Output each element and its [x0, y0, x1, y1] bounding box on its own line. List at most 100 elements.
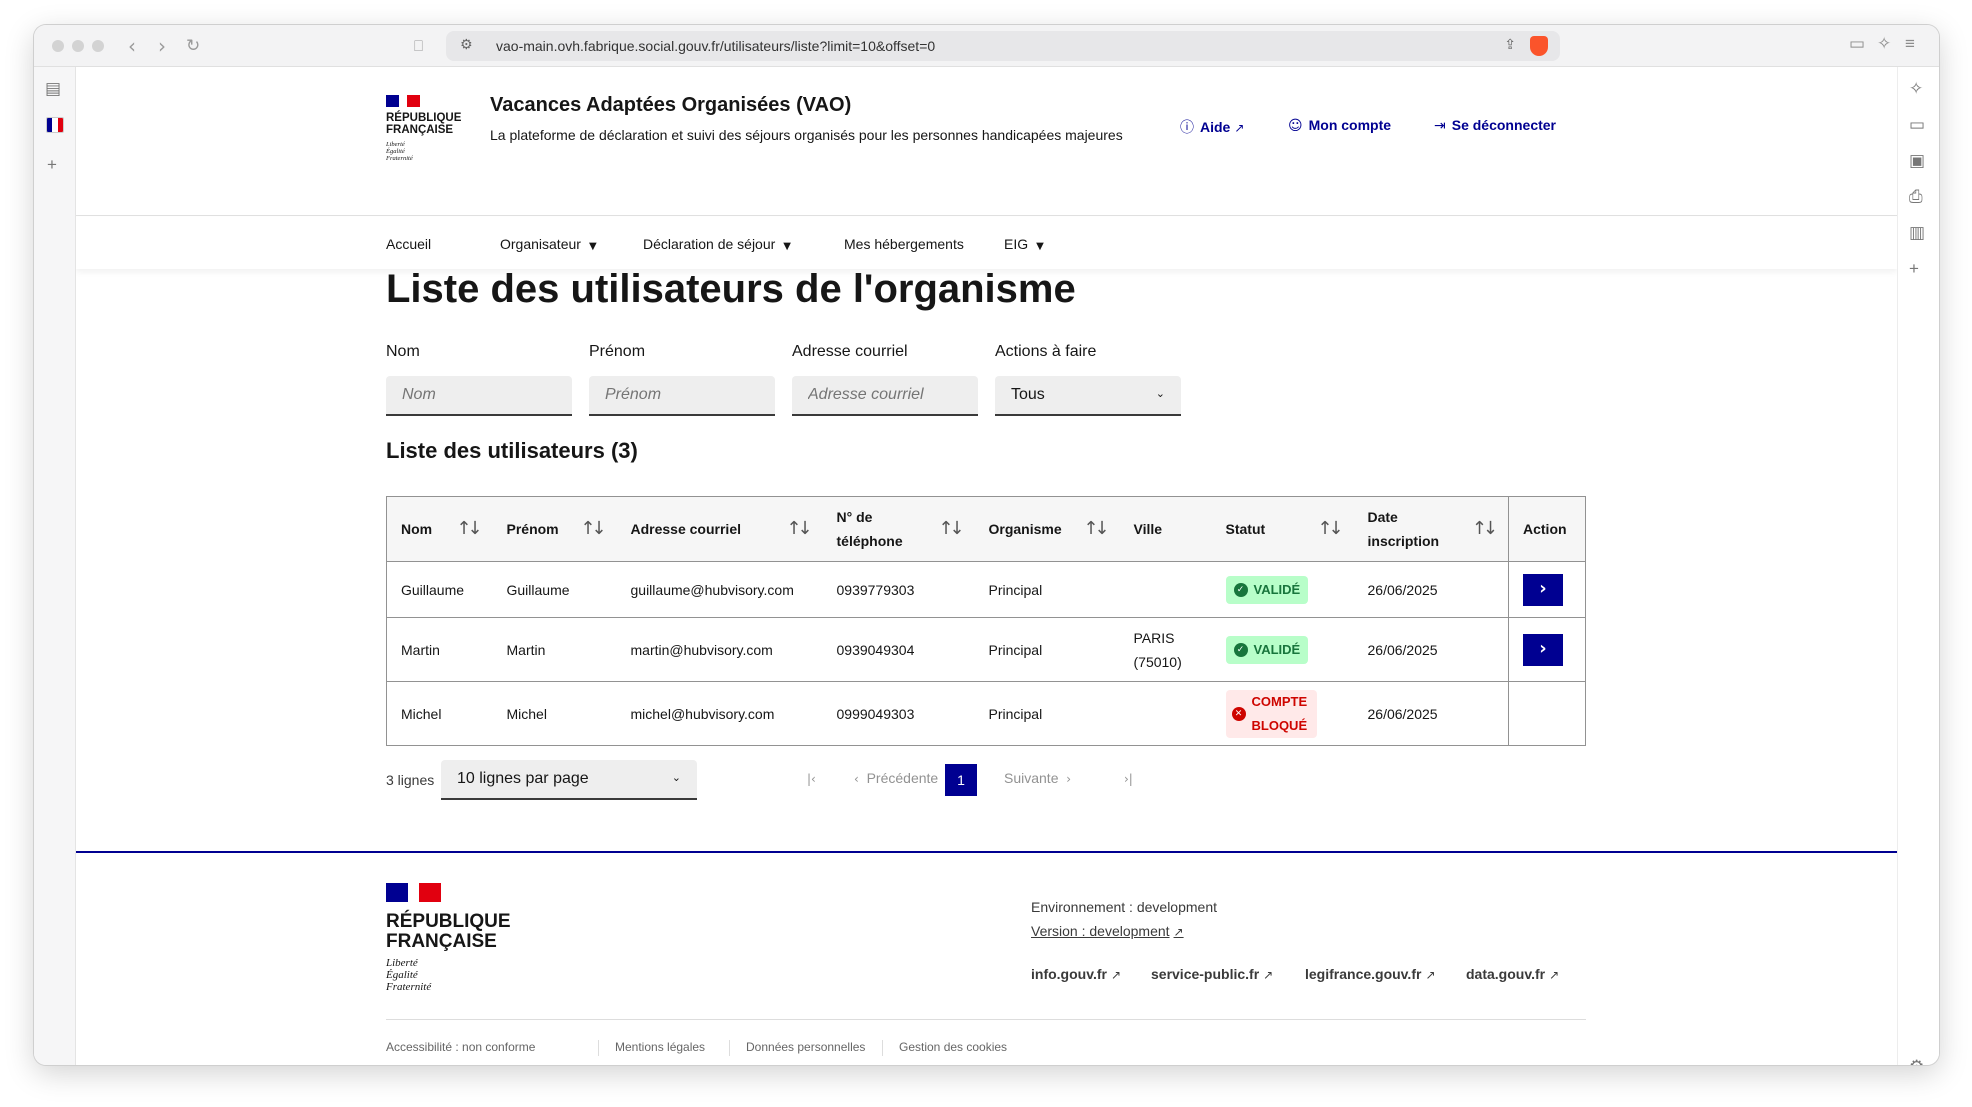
- bookmarks-icon[interactable]: ⎙: [1909, 187, 1923, 207]
- logout-icon: ⇥: [1434, 118, 1446, 134]
- actions-filter-select[interactable]: Tous ⌄: [995, 376, 1181, 416]
- nav-item-eig[interactable]: EIG ▼: [1004, 236, 1044, 252]
- footer-accessibility-link[interactable]: Accessibilité : non conforme: [386, 1040, 535, 1054]
- reading-list-icon[interactable]: ▥: [1909, 223, 1925, 243]
- talk-icon[interactable]: ▭: [1909, 115, 1925, 135]
- site-title[interactable]: Vacances Adaptées Organisées (VAO): [490, 94, 851, 117]
- sort-icon[interactable]: ↑↓: [1083, 517, 1109, 541]
- footer-personal-data-link[interactable]: Données personnelles: [746, 1040, 865, 1054]
- first-page-icon[interactable]: |‹: [807, 772, 816, 786]
- column-header-email[interactable]: Adresse courriel ↑↓: [616, 496, 823, 562]
- sort-icon[interactable]: ↑↓: [1472, 517, 1498, 541]
- sort-icon[interactable]: ↑↓: [786, 517, 812, 541]
- address-bar[interactable]: ⚙ vao-main.ovh.fabrique.social.gouv.fr/u…: [446, 31, 1560, 61]
- cell-phone: 0939779303: [822, 561, 975, 618]
- footer-separator: [882, 1040, 883, 1056]
- account-link[interactable]: ☺ Mon compte: [1288, 117, 1391, 134]
- cell-prenom: Guillaume: [492, 561, 617, 618]
- share-icon[interactable]: ⇪: [1504, 36, 1516, 53]
- site-header: RÉPUBLIQUE FRANÇAISE Liberté Égalité Frater…: [76, 67, 1897, 216]
- column-header-date[interactable]: Date inscription ↑↓: [1353, 496, 1509, 562]
- logout-link[interactable]: ⇥ Se déconnecter: [1434, 117, 1556, 134]
- wallet-icon[interactable]: ▣: [1909, 151, 1925, 171]
- prenom-filter-input[interactable]: [589, 376, 775, 416]
- nav-item-declaration[interactable]: Déclaration de séjour ▼: [643, 236, 791, 252]
- cell-date: 26/06/2025: [1353, 617, 1509, 682]
- external-link-icon: ↗: [1173, 925, 1184, 939]
- browser-window: ‹ › ↻ ⎕ ⚙ vao-main.ovh.fabrique.social.g…: [34, 25, 1939, 1065]
- maximize-window-button[interactable]: [92, 40, 104, 52]
- cell-nom: Guillaume: [386, 561, 493, 618]
- close-window-button[interactable]: [52, 40, 64, 52]
- republic-motto: Liberté Égalité Fraternité: [386, 141, 413, 163]
- last-page-icon[interactable]: ›|: [1124, 772, 1133, 786]
- nom-filter-input[interactable]: [386, 376, 572, 416]
- cell-statut: ✓ VALIDÉ: [1211, 617, 1354, 682]
- rows-per-page-select[interactable]: 10 lignes par page ⌄: [441, 760, 697, 800]
- version-link[interactable]: Version : development ↗: [1031, 923, 1184, 939]
- browser-sidebar-left: ▤ +: [34, 67, 76, 1065]
- footer-link-service-public[interactable]: service-public.fr ↗: [1151, 966, 1273, 982]
- nav-item-organizer[interactable]: Organisateur ▼: [500, 236, 597, 252]
- new-tab-icon[interactable]: +: [47, 155, 57, 175]
- footer-link-data-gouv[interactable]: data.gouv.fr ↗: [1466, 966, 1559, 982]
- minimize-window-button[interactable]: [72, 40, 84, 52]
- sort-icon[interactable]: ↑↓: [938, 517, 964, 541]
- cell-phone: 0999049303: [822, 681, 975, 746]
- column-header-phone[interactable]: N° de téléphone ↑↓: [822, 496, 975, 562]
- table-row: Martin Martin martin@hubvisory.com 09390…: [386, 617, 1586, 682]
- sort-icon[interactable]: ↑↓: [456, 517, 482, 541]
- sort-icon[interactable]: ↑↓: [1317, 517, 1343, 541]
- leo-sidebar-icon[interactable]: ✧: [1909, 79, 1923, 99]
- reload-icon[interactable]: ↻: [186, 36, 200, 56]
- status-badge: ✓ VALIDÉ: [1225, 636, 1309, 664]
- cell-organisme: Principal: [974, 561, 1120, 618]
- column-header-statut[interactable]: Statut ↑↓: [1211, 496, 1354, 562]
- email-filter-input[interactable]: [792, 376, 978, 416]
- sort-icon[interactable]: ↑↓: [580, 517, 606, 541]
- help-link[interactable]: ⓘ Aide ↗: [1180, 117, 1244, 137]
- pinned-tab-favicon[interactable]: [46, 117, 64, 133]
- browser-sidebar-right: ✧ ▭ ▣ ⎙ ▥ + ⚙: [1897, 67, 1939, 1065]
- bookmark-icon[interactable]: ⎕: [414, 37, 423, 55]
- column-header-ville: Ville: [1119, 496, 1212, 562]
- error-circle-icon: ✕: [1231, 706, 1246, 721]
- environment-label: Environnement : development: [1031, 899, 1217, 915]
- external-link-icon: ↗: [1263, 968, 1274, 982]
- cell-prenom: Martin: [492, 617, 617, 682]
- forward-icon[interactable]: ›: [158, 34, 166, 58]
- external-link-icon: ↗: [1234, 121, 1245, 135]
- menu-icon[interactable]: ≡: [1905, 34, 1915, 54]
- view-user-button[interactable]: ›: [1523, 573, 1563, 606]
- column-header-prenom[interactable]: Prénom ↑↓: [492, 496, 617, 562]
- sidebar-panel-icon[interactable]: ▤: [45, 79, 61, 99]
- footer-cookies-link[interactable]: Gestion des cookies: [899, 1040, 1007, 1054]
- previous-page-link[interactable]: ‹ Précédente: [854, 770, 938, 786]
- nav-item-home[interactable]: Accueil: [386, 236, 431, 252]
- table-header-row: Nom ↑↓ Prénom ↑↓ Adresse courriel ↑↓ N° de t…: [386, 496, 1586, 562]
- cell-statut: ✕ COMPTE BLOQUÉ: [1211, 681, 1354, 746]
- check-circle-icon: ✓: [1233, 583, 1248, 597]
- footer-link-info-gouv[interactable]: info.gouv.fr ↗: [1031, 966, 1121, 982]
- current-page-button[interactable]: 1: [945, 764, 977, 796]
- column-header-organisme[interactable]: Organisme ↑↓: [974, 496, 1120, 562]
- column-header-nom[interactable]: Nom ↑↓: [386, 496, 493, 562]
- footer-legal-link[interactable]: Mentions légales: [615, 1040, 705, 1054]
- chevron-right-icon: ›: [1066, 772, 1072, 786]
- external-link-icon: ↗: [1110, 968, 1122, 982]
- back-icon[interactable]: ‹: [128, 34, 136, 58]
- brave-shield-icon[interactable]: [1530, 36, 1548, 56]
- sidebar-toggle-icon[interactable]: ▭: [1849, 34, 1865, 54]
- footer-republic-motto: Liberté Égalité Fraternité: [386, 957, 432, 994]
- add-panel-icon[interactable]: +: [1909, 259, 1919, 279]
- url-text: vao-main.ovh.fabrique.social.gouv.fr/uti…: [496, 38, 936, 54]
- next-page-link[interactable]: Suivante ›: [1004, 770, 1071, 786]
- settings-gear-icon[interactable]: ⚙: [1909, 1057, 1924, 1065]
- nav-item-housing[interactable]: Mes hébergements: [844, 236, 964, 252]
- leo-ai-icon[interactable]: ✧: [1877, 34, 1891, 54]
- view-user-button[interactable]: ›: [1523, 633, 1563, 666]
- main-navigation: Accueil Organisateur ▼ Déclaration de séj…: [76, 217, 1897, 269]
- footer-link-legifrance[interactable]: legifrance.gouv.fr ↗: [1305, 966, 1436, 982]
- site-settings-icon[interactable]: ⚙: [460, 36, 473, 53]
- cell-ville: PARIS (75010): [1119, 617, 1212, 682]
